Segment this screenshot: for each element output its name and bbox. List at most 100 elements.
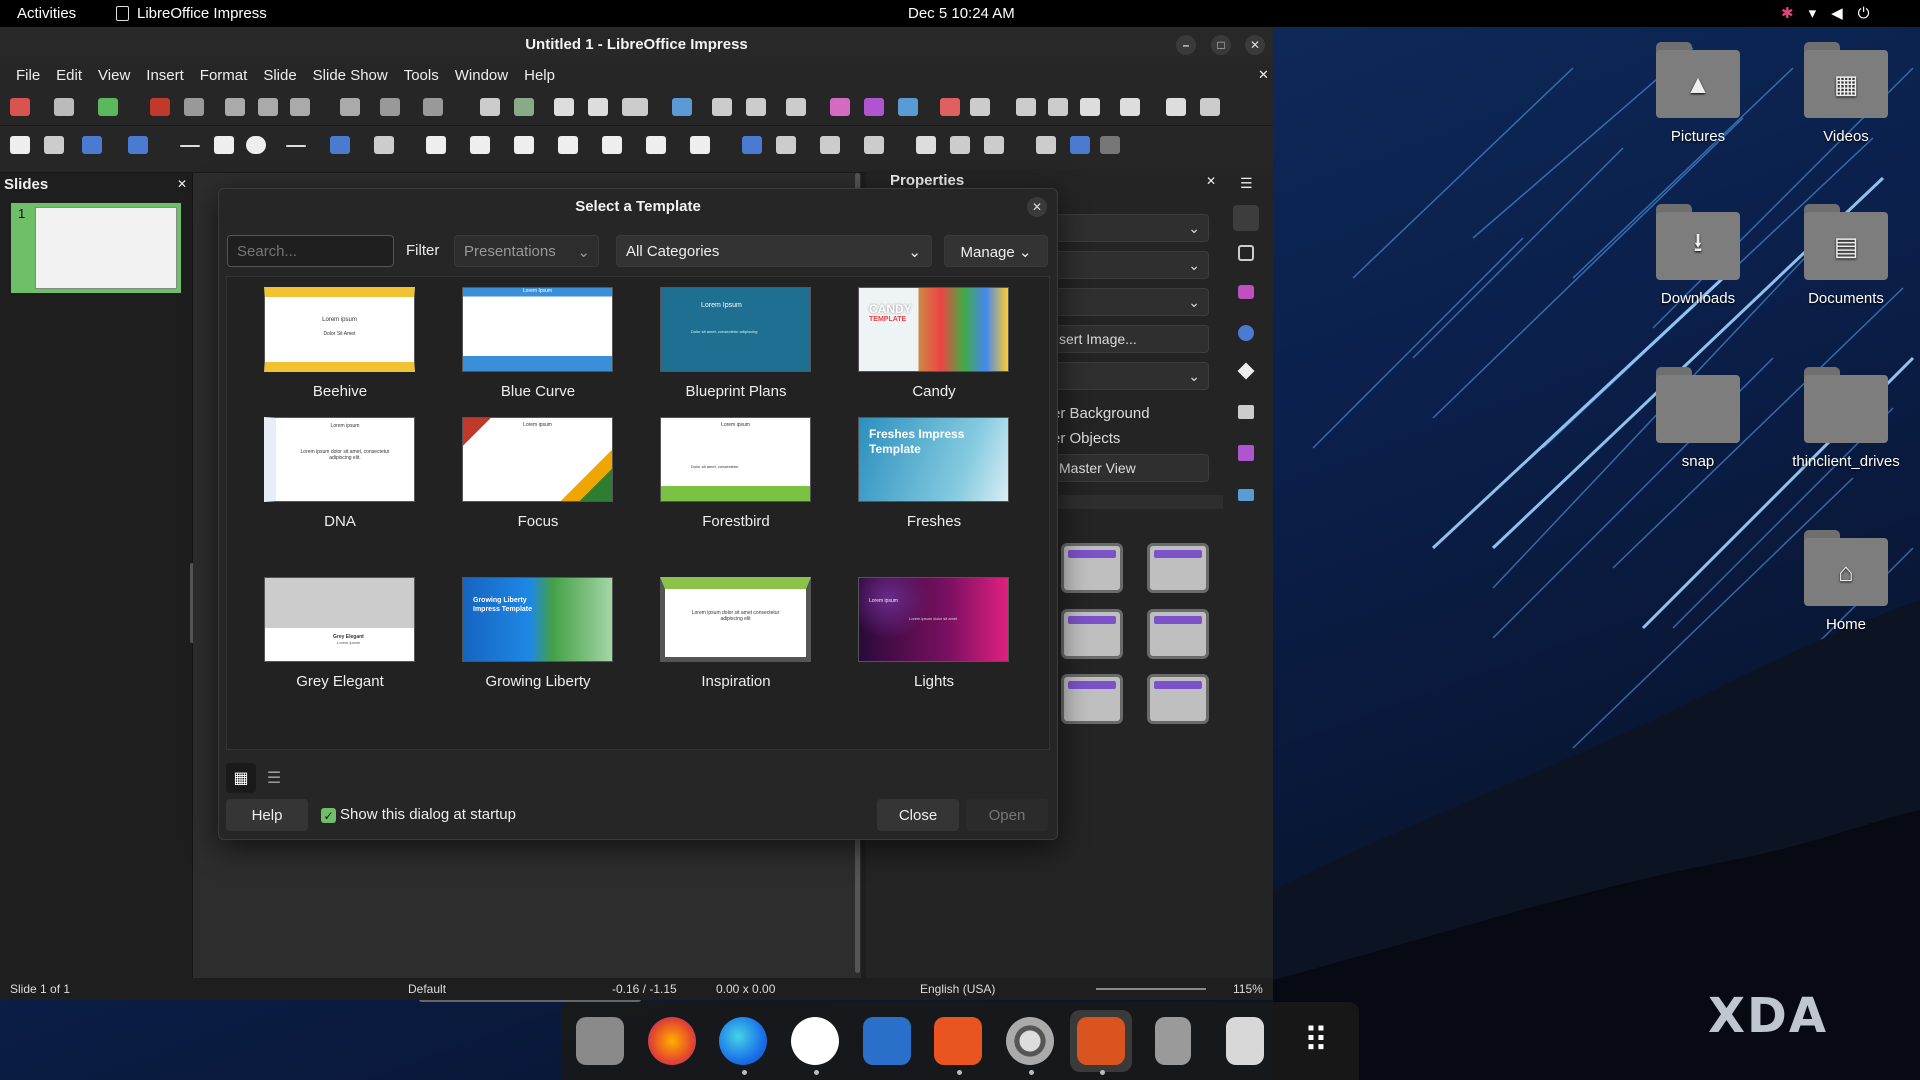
undo-icon[interactable] bbox=[380, 98, 400, 116]
shapes-tab-icon[interactable] bbox=[1238, 489, 1254, 501]
start-first-slide-icon[interactable] bbox=[712, 98, 732, 116]
shapes-icon[interactable] bbox=[1120, 98, 1140, 116]
show-apps-icon[interactable]: ⠿ bbox=[1292, 1017, 1340, 1065]
display-views-icon[interactable] bbox=[622, 98, 648, 116]
animation-tab-icon[interactable] bbox=[1238, 285, 1254, 299]
connectors-icon[interactable] bbox=[374, 136, 394, 154]
align-icon[interactable] bbox=[776, 136, 796, 154]
new-document-icon[interactable] bbox=[10, 98, 30, 116]
desktop-icon-videos[interactable]: ▦ Videos bbox=[1772, 42, 1920, 145]
close-document-icon[interactable]: ✕ bbox=[1250, 67, 1277, 83]
menu-help[interactable]: Help bbox=[516, 67, 563, 84]
print-icon[interactable] bbox=[184, 98, 204, 116]
table-icon[interactable] bbox=[786, 98, 806, 116]
list-view-icon[interactable]: ☰ bbox=[259, 763, 289, 793]
insert-image-button[interactable]: sert Image... bbox=[1052, 325, 1209, 353]
flowchart-icon[interactable] bbox=[558, 136, 578, 154]
rotate-icon[interactable] bbox=[742, 136, 762, 154]
desktop-icon-home[interactable]: ⌂ Home bbox=[1772, 530, 1920, 633]
callouts-icon[interactable] bbox=[602, 136, 622, 154]
template-tile-beehive[interactable]: Lorem ipsum Dolor Sit Amet Beehive bbox=[227, 277, 425, 427]
navigator-tab-icon[interactable] bbox=[1238, 445, 1254, 461]
fontwork-icon[interactable] bbox=[1016, 98, 1036, 116]
settings-app-icon[interactable] bbox=[1006, 1017, 1054, 1065]
maximize-icon[interactable]: □ bbox=[1211, 35, 1231, 55]
slack-app-icon[interactable] bbox=[791, 1017, 839, 1065]
desktop-icon-documents[interactable]: ▤ Documents bbox=[1772, 204, 1920, 307]
format-dropdown[interactable]: ⌄ bbox=[1052, 214, 1209, 242]
filter-icon[interactable] bbox=[984, 136, 1004, 154]
special-character-icon[interactable] bbox=[970, 98, 990, 116]
ellipse-icon[interactable] bbox=[246, 136, 266, 154]
line-icon[interactable] bbox=[180, 145, 200, 147]
dialog-close-icon[interactable]: ✕ bbox=[1027, 197, 1047, 217]
3d-objects-icon[interactable] bbox=[690, 136, 710, 154]
close-icon[interactable]: ✕ bbox=[1245, 35, 1265, 55]
master-objects-checkbox-label[interactable]: er Objects bbox=[1052, 430, 1120, 447]
firefox-app-icon[interactable] bbox=[648, 1017, 696, 1065]
fill-color-icon[interactable] bbox=[128, 136, 148, 154]
paste-icon[interactable] bbox=[290, 98, 310, 116]
master-slides-tab-icon[interactable] bbox=[1238, 325, 1254, 341]
help-button[interactable]: Help bbox=[226, 799, 308, 831]
crop-icon[interactable] bbox=[950, 136, 970, 154]
zoom-slider[interactable] bbox=[1096, 988, 1206, 990]
points-icon[interactable] bbox=[1036, 136, 1056, 154]
clock[interactable]: Dec 5 10:24 AM bbox=[908, 5, 1015, 22]
trash-icon[interactable] bbox=[1226, 1017, 1264, 1065]
thumbnail-view-icon[interactable]: ▦ bbox=[226, 763, 256, 793]
app-menu[interactable]: LibreOffice Impress bbox=[116, 5, 267, 22]
manage-button[interactable]: Manage ⌄ bbox=[944, 235, 1048, 267]
basic-shapes-icon[interactable] bbox=[426, 136, 446, 154]
app-center-icon[interactable] bbox=[934, 1017, 982, 1065]
template-tile-freshes[interactable]: Freshes Impress Template Freshes bbox=[821, 407, 1019, 557]
text-box-icon[interactable] bbox=[940, 98, 960, 116]
menu-window[interactable]: Window bbox=[447, 67, 516, 84]
menu-format[interactable]: Format bbox=[192, 67, 256, 84]
grid-icon[interactable] bbox=[554, 98, 574, 116]
draw-function-icon[interactable] bbox=[1080, 98, 1100, 116]
export-pdf-icon[interactable] bbox=[150, 98, 170, 116]
chart-icon[interactable] bbox=[898, 98, 918, 116]
menu-view[interactable]: View bbox=[90, 67, 138, 84]
properties-tab-icon[interactable] bbox=[1233, 205, 1259, 231]
filter-dropdown[interactable]: Presentations ⌄ bbox=[454, 235, 599, 267]
menu-slide-show[interactable]: Slide Show bbox=[305, 67, 396, 84]
slides-pane-close-icon[interactable]: ✕ bbox=[177, 177, 187, 191]
template-tile-grey-elegant[interactable]: Grey Elegant Lorem ipsum Grey Elegant bbox=[227, 567, 425, 717]
hyperlink-icon[interactable] bbox=[1048, 98, 1068, 116]
glue-points-icon[interactable] bbox=[1100, 136, 1120, 154]
shadow-icon[interactable] bbox=[916, 136, 936, 154]
writer-app-icon[interactable] bbox=[863, 1017, 911, 1065]
sidebar-menu-icon[interactable]: ☰ bbox=[1240, 175, 1253, 192]
arrange-icon[interactable] bbox=[1166, 98, 1186, 116]
menu-tools[interactable]: Tools bbox=[396, 67, 447, 84]
master-slide-icon[interactable] bbox=[672, 98, 692, 116]
show-comments-icon[interactable] bbox=[1200, 98, 1220, 116]
properties-close-icon[interactable]: ✕ bbox=[1206, 174, 1216, 188]
slide-transition-tab-icon[interactable] bbox=[1238, 245, 1254, 261]
open-icon[interactable] bbox=[54, 98, 74, 116]
gallery-tab-icon[interactable] bbox=[1238, 405, 1254, 419]
template-tile-focus[interactable]: Lorem ipsum Focus bbox=[425, 407, 623, 557]
template-tile-blue-curve[interactable]: Lorem Ipsum Blue Curve bbox=[425, 277, 623, 427]
edge-app-icon[interactable] bbox=[719, 1017, 767, 1065]
language-status[interactable]: English (USA) bbox=[920, 982, 995, 996]
image-icon[interactable] bbox=[830, 98, 850, 116]
show-at-startup-label[interactable]: Show this dialog at startup bbox=[340, 806, 516, 823]
desktop-icon-thinclient-drives[interactable]: thinclient_drives bbox=[1772, 367, 1920, 470]
files-app-icon[interactable] bbox=[576, 1017, 624, 1065]
stars-icon[interactable] bbox=[646, 136, 666, 154]
desktop-icon-snap[interactable]: snap bbox=[1624, 367, 1772, 470]
styles-tab-icon[interactable] bbox=[1237, 362, 1255, 380]
symbol-shapes-icon[interactable] bbox=[470, 136, 490, 154]
redo-icon[interactable] bbox=[423, 98, 443, 116]
template-tile-lights[interactable]: Lorem ipsum Lorem ipsum dolor sit amet L… bbox=[821, 567, 1019, 717]
layout-title-content-split[interactable] bbox=[1061, 609, 1123, 659]
find-replace-icon[interactable] bbox=[480, 98, 500, 116]
close-button[interactable]: Close bbox=[877, 799, 959, 831]
curves-icon[interactable] bbox=[330, 136, 350, 154]
template-tile-dna[interactable]: Lorem ipsum Lorem ipsum dolor sit amet, … bbox=[227, 407, 425, 557]
layout-title-content-over[interactable] bbox=[1061, 674, 1123, 724]
layout-title-split-content[interactable] bbox=[1147, 609, 1209, 659]
